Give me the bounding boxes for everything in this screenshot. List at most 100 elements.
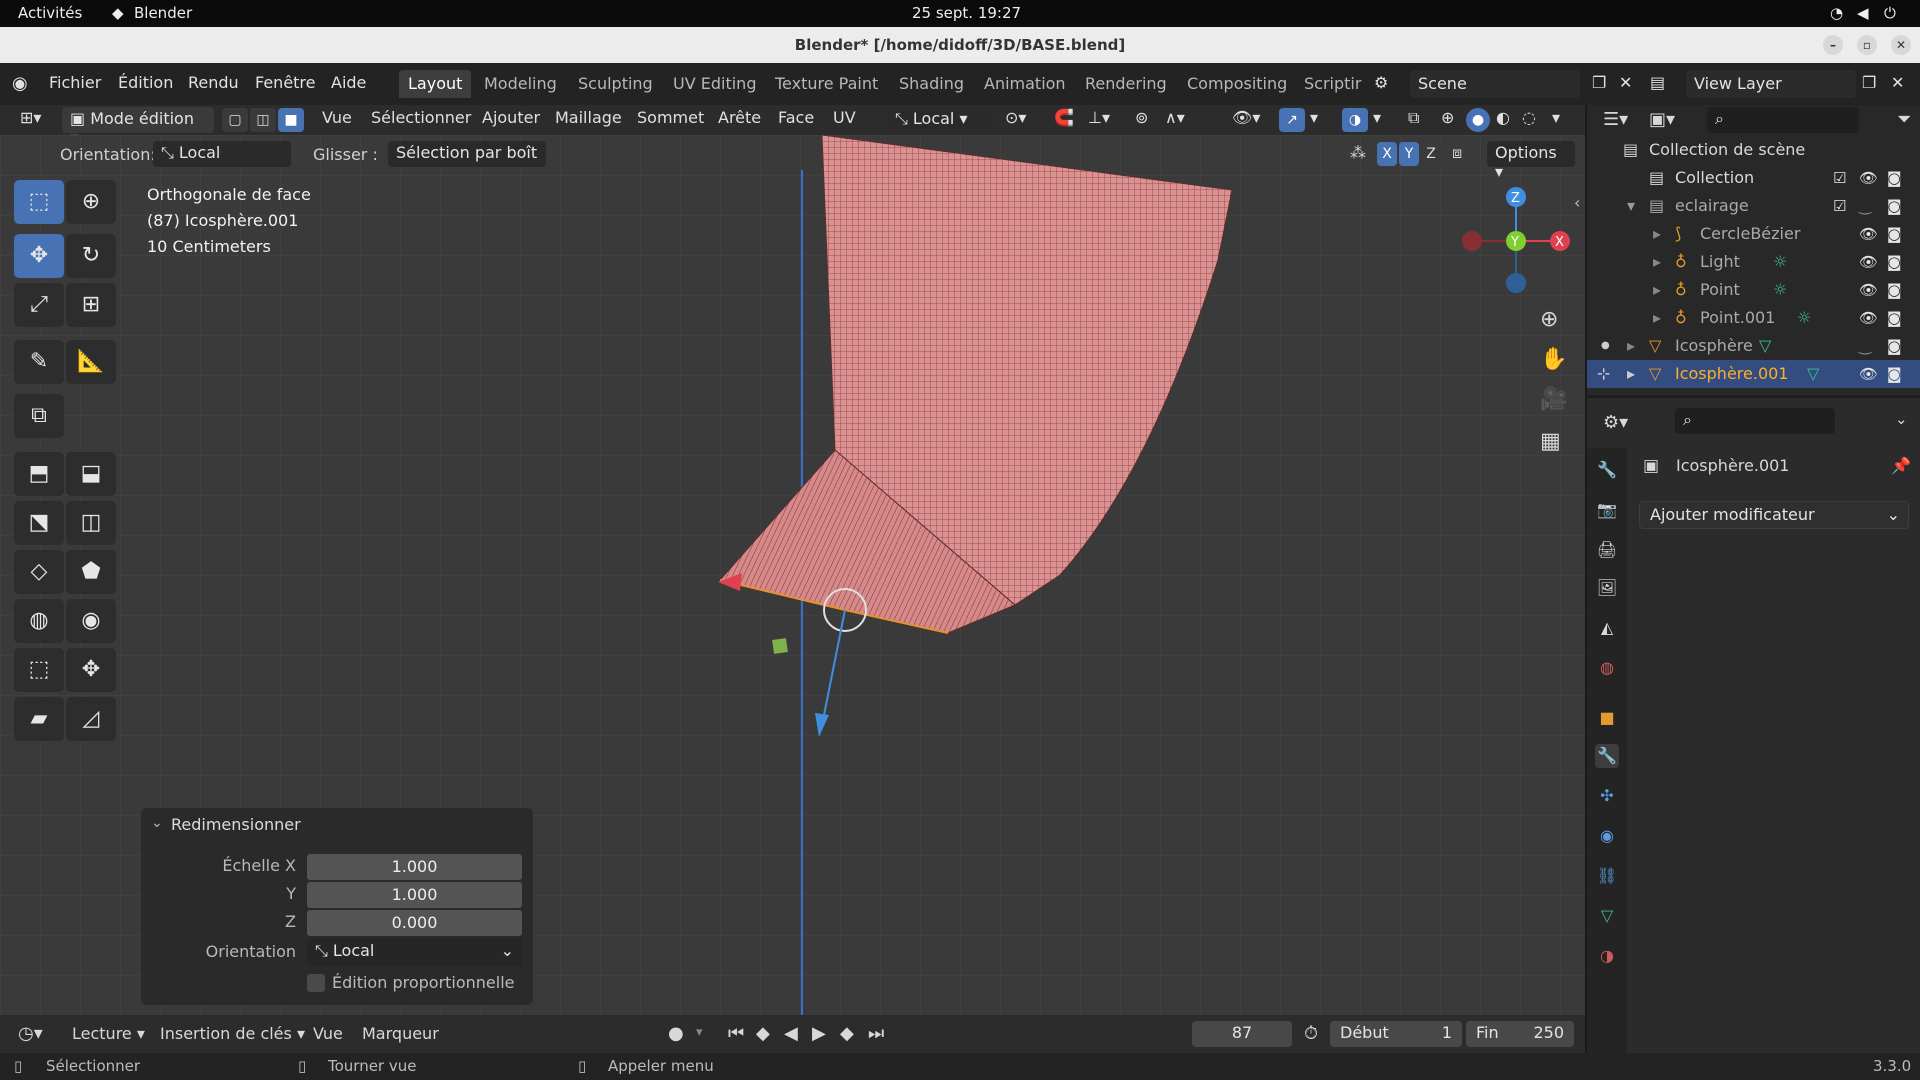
close-icon[interactable]: ✕ (1891, 35, 1911, 55)
pan-hand-icon[interactable]: ✋ (1540, 347, 1567, 372)
output-tab-icon[interactable]: 🖨 (1595, 538, 1619, 562)
eye-icon[interactable]: 👁 (1859, 220, 1878, 248)
tab-layout[interactable]: Layout (399, 70, 472, 98)
app-name[interactable]: Blender (134, 4, 192, 22)
power-icon[interactable]: ⏻ (1884, 4, 1896, 22)
cursor-tool-icon[interactable]: ⊕ (66, 180, 116, 224)
tab-compositing[interactable]: Compositing (1178, 70, 1296, 98)
stopwatch-icon[interactable]: ⏱ (1304, 1023, 1318, 1044)
shading-dropdown-icon[interactable]: ▾ (1552, 108, 1560, 127)
redo-orientation-selector[interactable]: ⤡ Local ⌄ (307, 938, 522, 966)
constraints-tab-icon[interactable]: ⛓ (1595, 864, 1619, 888)
exclude-checkbox[interactable]: ☑ (1833, 192, 1846, 220)
tab-modeling[interactable]: Modeling (475, 70, 566, 98)
wifi-icon[interactable]: ◔ (1830, 4, 1843, 22)
exclude-checkbox[interactable]: ☑ (1833, 164, 1846, 192)
filter-icon[interactable]: ⏷ (1897, 109, 1911, 130)
render-camera-icon[interactable]: ◙ (1887, 192, 1902, 220)
move-tool-icon[interactable]: ✥ (14, 234, 64, 278)
play-icon[interactable]: ▶ (812, 1023, 826, 1044)
scale-y-field[interactable]: 1.000 (307, 882, 522, 908)
loop-cut-tool-icon[interactable]: ◫ (66, 501, 116, 545)
new-view-layer-icon[interactable]: ❐ (1862, 73, 1876, 92)
scale-x-field[interactable]: 1.000 (307, 854, 522, 880)
add-modifier-button[interactable]: Ajouter modificateur ⌄ (1639, 501, 1909, 529)
menu-selectionner[interactable]: Sélectionner (371, 108, 471, 127)
outliner-row-collection[interactable]: ▤ Collection ☑ 👁 ◙ (1587, 164, 1920, 192)
expand-right-icon[interactable]: ▸ (1653, 220, 1661, 248)
drag-selector[interactable]: Sélection par boît (388, 141, 546, 167)
rip-tool-icon[interactable]: ◿ (66, 697, 116, 741)
render-camera-icon[interactable]: ◙ (1887, 332, 1902, 360)
expand-right-icon[interactable]: ▸ (1653, 276, 1661, 304)
menu-edition[interactable]: Édition (118, 73, 173, 92)
outliner-search-input[interactable]: ⌕ (1707, 107, 1859, 133)
eye-icon[interactable]: 👁 (1859, 164, 1878, 192)
eye-icon[interactable]: 👁 (1859, 360, 1878, 388)
collapse-chevron-icon[interactable]: ⌄ (151, 815, 163, 831)
expand-right-icon[interactable]: ▸ (1627, 332, 1635, 360)
ortho-grid-icon[interactable]: ▦ (1540, 429, 1561, 454)
shear-tool-icon[interactable]: ▰ (14, 697, 64, 741)
add-cube-tool-icon[interactable]: ⧉ (14, 394, 64, 438)
display-mode-icon[interactable]: ▣▾ (1649, 109, 1675, 130)
view-layer-tab-icon[interactable]: 🖼 (1595, 576, 1619, 600)
visibility-icon[interactable]: 👁▾ (1232, 108, 1260, 127)
view-layer-selector-icon[interactable]: ▤ (1650, 73, 1665, 92)
edge-slide-tool-icon[interactable]: ⬚ (14, 648, 64, 692)
redo-panel-title[interactable]: Redimensionner (171, 815, 301, 834)
smooth-tool-icon[interactable]: ◉ (66, 599, 116, 643)
particles-tab-icon[interactable]: ✣ (1595, 784, 1619, 808)
wireframe-shading-icon[interactable]: ⊕ (1441, 108, 1454, 127)
xray-icon[interactable]: ⧉ (1408, 108, 1419, 128)
gizmo-dropdown-icon[interactable]: ▾ (1310, 108, 1318, 127)
prev-keyframe-icon[interactable]: ◆ (756, 1023, 770, 1044)
world-tab-icon[interactable]: ◍ (1595, 656, 1619, 680)
properties-search-input[interactable]: ⌕ (1675, 408, 1835, 434)
zoom-icon[interactable]: ⊕ (1540, 307, 1558, 332)
eye-icon[interactable]: 👁 (1859, 304, 1878, 332)
timeline-editor-icon[interactable]: ◷▾ (18, 1023, 43, 1044)
new-scene-icon[interactable]: ❐ (1592, 73, 1606, 92)
falloff-icon[interactable]: ∧▾ (1165, 108, 1185, 127)
current-frame-field[interactable]: 87 (1192, 1021, 1292, 1047)
menu-sommet[interactable]: Sommet (637, 108, 704, 127)
menu-arete[interactable]: Arête (718, 108, 761, 127)
gizmo-toggle-icon[interactable]: ↗ (1279, 108, 1305, 132)
knife-tool-icon[interactable]: ◇ (14, 550, 64, 594)
menu-fichier[interactable]: Fichier (49, 73, 101, 92)
scale-gizmo-y-handle[interactable] (772, 638, 788, 654)
eye-icon[interactable]: 👁 (1859, 276, 1878, 304)
solid-shading-icon[interactable]: ● (1466, 108, 1490, 132)
timeline-menu-vue[interactable]: Vue (313, 1024, 343, 1043)
snap-icon[interactable]: 🧲 (1054, 108, 1074, 127)
select-box-tool-icon[interactable]: ⬚ (14, 180, 64, 224)
maximize-icon[interactable]: ▫ (1857, 35, 1877, 55)
mirror-icon[interactable]: ⁂ (1350, 143, 1366, 162)
outliner-editor-icon[interactable]: ☰▾ (1603, 109, 1628, 130)
nav-gizmo-neg-z[interactable] (1506, 273, 1526, 293)
jump-end-icon[interactable]: ⏭ (868, 1023, 884, 1044)
frame-end-field[interactable]: Fin 250 (1466, 1021, 1574, 1047)
eye-icon[interactable]: 👁 (1859, 248, 1878, 276)
eye-closed-icon[interactable]: ‿ (1859, 192, 1871, 220)
physics-tab-icon[interactable]: ◉ (1595, 824, 1619, 848)
delete-scene-icon[interactable]: ✕ (1619, 73, 1632, 92)
axis-y-toggle[interactable]: Y (1399, 142, 1419, 166)
tool-tab-icon[interactable]: 🔧 (1595, 458, 1619, 482)
measure-tool-icon[interactable]: 📐 (66, 340, 116, 384)
shrink-tool-icon[interactable]: ✥ (66, 648, 116, 692)
modifier-tab-icon[interactable]: 🔧 (1595, 744, 1619, 768)
menu-aide[interactable]: Aide (331, 73, 366, 92)
scene-field[interactable]: Scene (1410, 70, 1580, 98)
tab-animation[interactable]: Animation (975, 70, 1075, 98)
render-camera-icon[interactable]: ◙ (1887, 304, 1902, 332)
render-camera-icon[interactable]: ◙ (1887, 360, 1902, 388)
axis-x-toggle[interactable]: X (1377, 142, 1397, 166)
activities-button[interactable]: Activités (18, 4, 82, 22)
menu-fenetre[interactable]: Fenêtre (255, 73, 316, 92)
render-camera-icon[interactable]: ◙ (1887, 164, 1902, 192)
scale-tool-icon[interactable]: ⤢ (14, 283, 64, 327)
outliner-row-point001[interactable]: ▸ ♁ Point.001 ☼ 👁 ◙ (1587, 304, 1920, 332)
view-layer-field[interactable]: View Layer (1686, 70, 1856, 98)
